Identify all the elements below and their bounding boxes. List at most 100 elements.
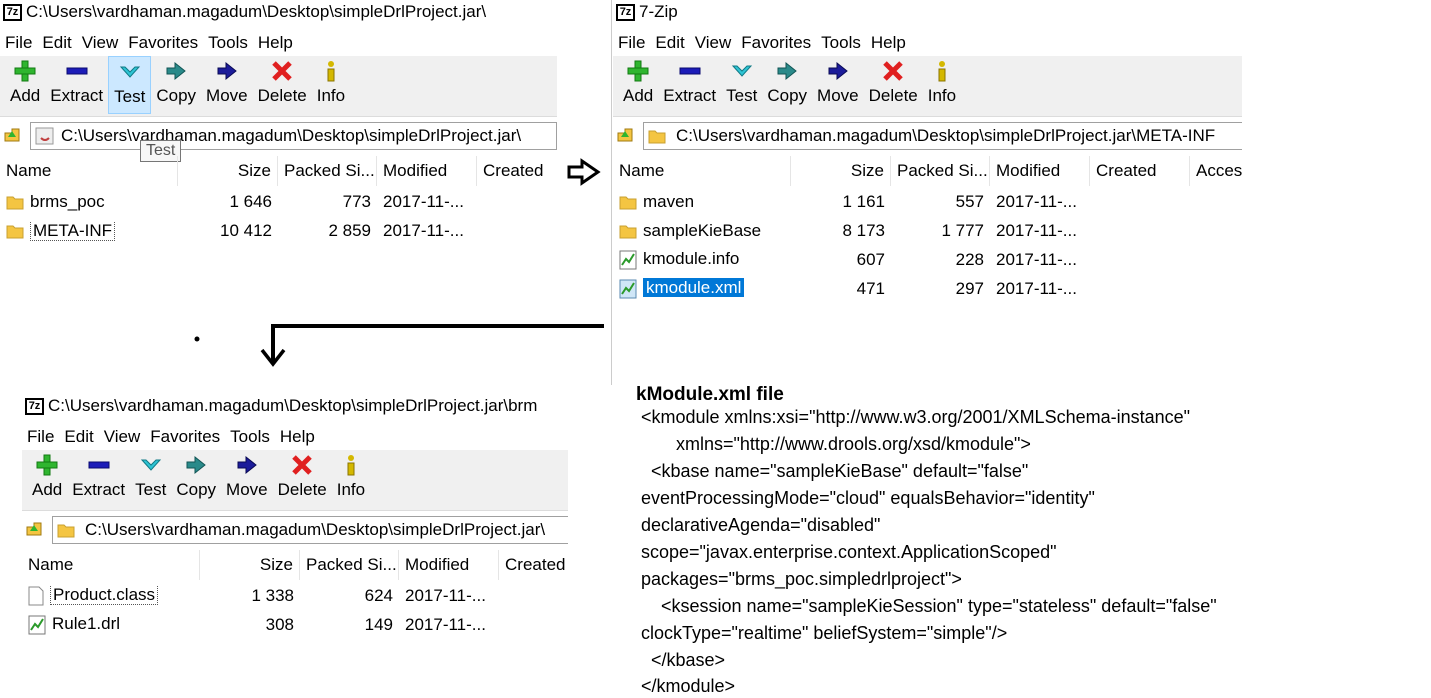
test-button[interactable]: Test — [108, 56, 152, 114]
menu-tools[interactable]: Tools — [225, 427, 275, 447]
window-title: C:\Users\vardhaman.magadum\Desktop\simpl… — [48, 396, 538, 415]
path-input[interactable]: C:\Users\vardhaman.magadum\Desktop\simpl… — [643, 122, 1242, 150]
menu-bar: File Edit View Favorites Tools Help — [613, 31, 911, 55]
menu-help[interactable]: Help — [866, 33, 911, 53]
chevron-down-icon — [140, 459, 161, 471]
col-created[interactable]: Created — [1090, 156, 1190, 186]
extract-button[interactable]: Extract — [67, 450, 130, 508]
xml-line: <kbase name="sampleKieBase" default="fal… — [641, 461, 1029, 481]
menu-bar: File Edit View Favorites Tools Help — [0, 31, 298, 55]
menu-file[interactable]: File — [0, 33, 37, 53]
path-input[interactable]: C:\Users\vardhaman.magadum\Desktop\simpl… — [52, 516, 568, 544]
xml-line: eventProcessingMode="cloud" equalsBehavi… — [641, 488, 1095, 508]
up-folder-icon[interactable] — [22, 519, 46, 542]
up-folder-icon[interactable] — [613, 125, 637, 148]
delete-button[interactable]: Delete — [273, 450, 332, 508]
table-row-selected[interactable]: kmodule.xml 471 297 2017-11-... — [613, 274, 1090, 303]
test-button[interactable]: Test — [130, 450, 171, 508]
file-size: 1 646 — [229, 191, 272, 211]
delete-button[interactable]: Delete — [253, 56, 312, 114]
table-row[interactable]: Product.class 1 338 624 2017-11-... — [22, 581, 499, 610]
col-name[interactable]: Name — [613, 156, 791, 186]
col-packed[interactable]: Packed Si... — [891, 156, 990, 186]
toolbar: Add Extract Test Copy Move Delete Info — [613, 56, 1242, 117]
table-row[interactable]: sampleKieBase 8 173 1 777 2017-11-... — [613, 216, 1090, 245]
info-button[interactable]: Info — [312, 56, 350, 114]
table-row[interactable]: maven 1 161 557 2017-11-... — [613, 187, 1090, 216]
toolbar: Add Extract Test Copy Move Delete Info — [0, 56, 557, 117]
menu-view[interactable]: View — [99, 427, 146, 447]
col-name[interactable]: Name — [0, 156, 178, 186]
address-bar: C:\Users\vardhaman.magadum\Desktop\simpl… — [0, 120, 557, 152]
file-packed: 149 — [364, 614, 393, 634]
menu-view[interactable]: View — [77, 33, 124, 53]
move-label: Move — [206, 86, 248, 105]
file-modified: 2017-11-... — [405, 614, 486, 634]
add-label: Add — [623, 86, 654, 105]
col-size[interactable]: Size — [200, 550, 300, 580]
col-modified[interactable]: Modified — [990, 156, 1090, 186]
file-modified: 2017-11-... — [383, 220, 464, 240]
add-button[interactable]: Add — [618, 56, 658, 114]
file-modified: 2017-11-... — [996, 278, 1077, 298]
menu-favorites[interactable]: Favorites — [145, 427, 225, 447]
extract-label: Extract — [72, 480, 126, 499]
col-size[interactable]: Size — [791, 156, 891, 186]
table-row[interactable]: kmodule.info 607 228 2017-11-... — [613, 245, 1090, 274]
menu-favorites[interactable]: Favorites — [736, 33, 816, 53]
menu-view[interactable]: View — [690, 33, 737, 53]
add-button[interactable]: Add — [5, 56, 45, 114]
menu-help[interactable]: Help — [275, 427, 320, 447]
col-size[interactable]: Size — [178, 156, 278, 186]
up-folder-icon[interactable] — [0, 125, 24, 148]
move-button[interactable]: Move — [221, 450, 273, 508]
menu-help[interactable]: Help — [253, 33, 298, 53]
window-top-right: 7z 7-Zip File Edit View Favorites Tools … — [613, 0, 1242, 310]
file-modified: 2017-11-... — [996, 220, 1077, 240]
col-modified[interactable]: Modified — [399, 550, 499, 580]
menu-tools[interactable]: Tools — [816, 33, 866, 53]
info-button[interactable]: Info — [923, 56, 961, 114]
copy-label: Copy — [176, 480, 217, 499]
col-packed[interactable]: Packed Si... — [278, 156, 377, 186]
info-button[interactable]: Info — [332, 450, 370, 508]
double-arrow-icon — [777, 61, 797, 81]
copy-button[interactable]: Copy — [171, 450, 221, 508]
menu-edit[interactable]: Edit — [59, 427, 98, 447]
menu-favorites[interactable]: Favorites — [123, 33, 203, 53]
col-packed[interactable]: Packed Si... — [300, 550, 399, 580]
copy-button[interactable]: Copy — [762, 56, 812, 114]
col-accessed[interactable]: Acces — [1190, 156, 1242, 186]
file-icon — [28, 586, 44, 606]
copy-button[interactable]: Copy — [151, 56, 201, 114]
window-title: C:\Users\vardhaman.magadum\Desktop\simpl… — [26, 2, 487, 21]
menu-tools[interactable]: Tools — [203, 33, 253, 53]
table-row[interactable]: brms_poc 1 646 773 2017-11-... — [0, 187, 477, 216]
move-button[interactable]: Move — [201, 56, 253, 114]
extract-button[interactable]: Extract — [658, 56, 721, 114]
extract-button[interactable]: Extract — [45, 56, 108, 114]
move-button[interactable]: Move — [812, 56, 864, 114]
file-name: kmodule.xml — [643, 278, 745, 298]
test-button[interactable]: Test — [721, 56, 762, 114]
col-created[interactable]: Created — [499, 550, 568, 580]
table-row[interactable]: Rule1.drl 308 149 2017-11-... — [22, 610, 499, 639]
col-created[interactable]: Created — [477, 156, 557, 186]
delete-button[interactable]: Delete — [864, 56, 923, 114]
menu-edit[interactable]: Edit — [650, 33, 689, 53]
menu-file[interactable]: File — [613, 33, 650, 53]
table-row[interactable]: META-INF 10 412 2 859 2017-11-... — [0, 216, 477, 245]
minus-icon — [88, 461, 110, 469]
folder-icon — [6, 225, 24, 239]
path-input[interactable]: C:\Users\vardhaman.magadum\Desktop\simpl… — [30, 122, 557, 150]
file-name: brms_poc — [30, 191, 105, 211]
col-modified[interactable]: Modified — [377, 156, 477, 186]
xml-section-title: kModule.xml file — [636, 384, 784, 405]
file-size: 308 — [265, 614, 294, 634]
window-top-left: 7z C:\Users\vardhaman.magadum\Desktop\si… — [0, 0, 560, 260]
menu-file[interactable]: File — [22, 427, 59, 447]
col-name[interactable]: Name — [22, 550, 200, 580]
plus-icon — [36, 454, 58, 476]
add-button[interactable]: Add — [27, 450, 67, 508]
menu-edit[interactable]: Edit — [37, 33, 76, 53]
